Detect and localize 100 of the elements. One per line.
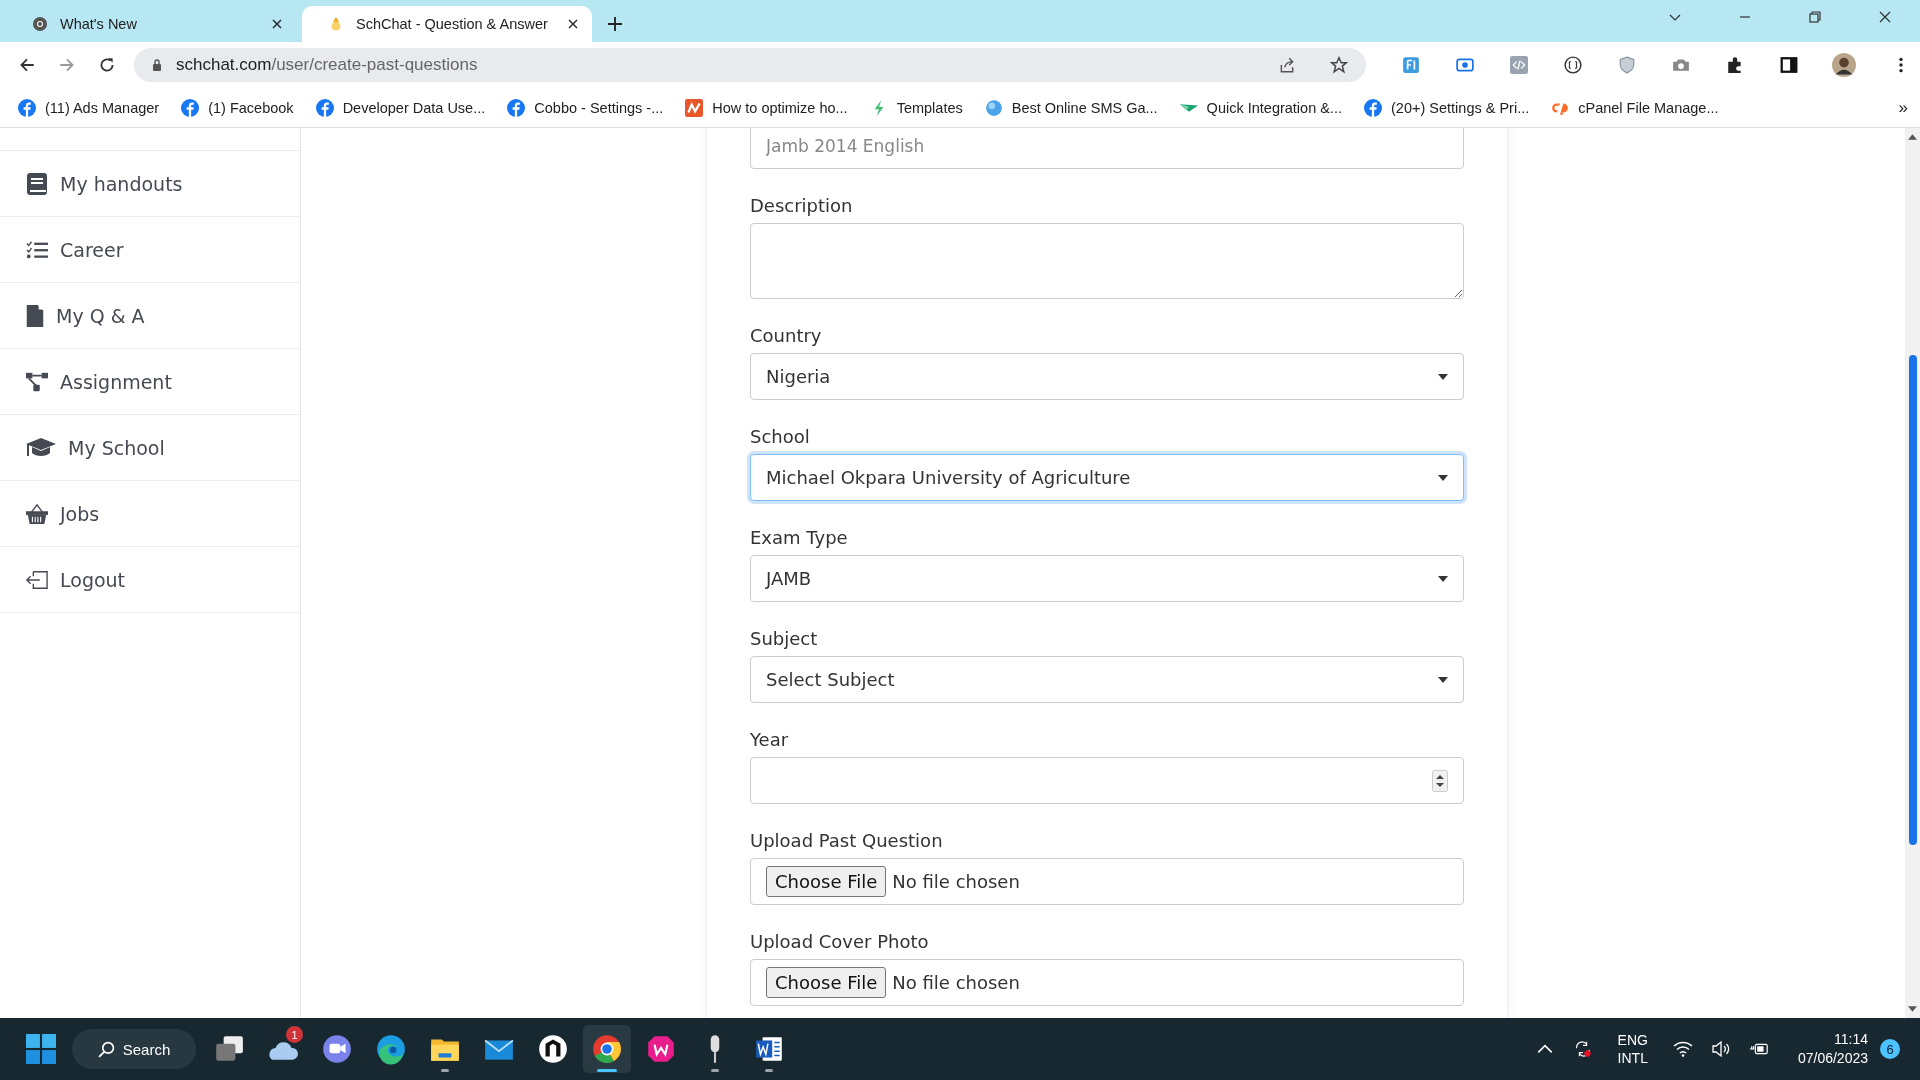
lock-icon [152, 59, 162, 71]
facebook-icon [18, 98, 36, 117]
clock[interactable]: 11:14 07/06/2023 [1797, 1030, 1868, 1068]
sidebar-item[interactable]: Career [0, 217, 300, 283]
bookmark[interactable]: Best Online SMS Ga... [984, 98, 1158, 117]
field-label: Exam Type [750, 527, 849, 548]
back-icon[interactable] [18, 56, 36, 74]
braces-icon[interactable] [1564, 56, 1582, 74]
scrollbar[interactable] [1905, 128, 1920, 1018]
notification-count[interactable]: 6 [1880, 1039, 1900, 1059]
language-indicator[interactable]: ENG INTL [1617, 1031, 1648, 1067]
choose-file-button[interactable]: Choose File [766, 967, 887, 998]
field-label: Year [750, 729, 790, 750]
bookmark[interactable]: (1) Facebook [181, 98, 294, 117]
wamp-icon [645, 1033, 677, 1065]
video-chat-icon [321, 1033, 353, 1065]
facebook-icon [1364, 98, 1382, 117]
caret-icon [1438, 474, 1448, 481]
scroll-down-icon[interactable] [1908, 1006, 1917, 1012]
bookmark[interactable]: Cobbo - Settings -... [507, 98, 664, 117]
select-field[interactable]: Michael Okpara University of Agriculture [750, 454, 1464, 501]
bookmark[interactable]: cPanel File Manage... [1551, 98, 1719, 117]
sidebar-item[interactable]: My School [0, 415, 300, 481]
file-field[interactable]: Choose File No file chosen [750, 858, 1464, 905]
close-icon[interactable] [272, 19, 282, 29]
star-icon[interactable] [1330, 56, 1348, 74]
chrome-icon [591, 1033, 623, 1065]
field-label: Country [750, 325, 823, 346]
browser-tab[interactable]: What's New [6, 6, 296, 42]
bookmark[interactable]: Templates [869, 98, 963, 117]
sidebar-item[interactable]: My Q & A [0, 283, 300, 349]
more-bookmarks[interactable]: » [1898, 97, 1908, 118]
bookmark[interactable]: (20+) Settings & Pri... [1364, 98, 1530, 117]
notification-badge: 1 [286, 1026, 303, 1043]
bookmark[interactable]: (11) Ads Manager [18, 98, 160, 117]
caret-icon [1438, 373, 1448, 380]
sidebar-item[interactable]: Jobs [0, 481, 300, 547]
taskbar-app[interactable] [583, 1025, 631, 1073]
running-indicator [711, 1069, 719, 1072]
field-label: Subject [750, 628, 819, 649]
select-field[interactable]: JAMB [750, 555, 1464, 602]
running-indicator [441, 1069, 449, 1072]
search-button[interactable]: Search [72, 1029, 196, 1069]
browser-tab[interactable]: SchChat - Question & Answer [302, 6, 592, 42]
reload-icon[interactable] [98, 56, 116, 74]
file-status: No file chosen [892, 972, 1020, 993]
camera-icon[interactable] [1672, 56, 1690, 74]
forward-icon[interactable] [58, 56, 76, 74]
restore-icon[interactable] [1808, 10, 1822, 24]
address-bar[interactable]: schchat.com/user/create-past-questions [134, 48, 1366, 82]
select-field[interactable]: Select Subject [750, 656, 1464, 703]
url-text: schchat.com/user/create-past-questions [176, 55, 478, 75]
speaker-icon[interactable] [1710, 1040, 1731, 1058]
file-icon [26, 304, 44, 327]
record-icon[interactable] [1456, 56, 1474, 74]
search-icon [97, 1040, 115, 1058]
taskbar-app[interactable]: 1 [259, 1025, 307, 1073]
share-icon[interactable] [1278, 56, 1296, 74]
sidebar-item[interactable]: My handouts [0, 151, 300, 217]
bookmark[interactable]: How to optimize ho... [685, 98, 848, 117]
graduation-cap-icon [26, 437, 56, 458]
field-label: Upload Cover Photo [750, 931, 930, 952]
select-field[interactable]: Nigeria [750, 353, 1464, 400]
new-tab-icon[interactable] [608, 17, 622, 31]
chrome-icon [32, 16, 48, 32]
caret-icon [1438, 676, 1448, 683]
bookmark[interactable]: Developer Data Use... [315, 98, 486, 117]
bookmark[interactable]: Quick Integration &... [1179, 99, 1342, 116]
avatar[interactable] [1832, 53, 1856, 77]
facebook-icon [181, 98, 200, 117]
shield-icon[interactable] [1618, 56, 1636, 74]
puzzle-icon[interactable] [1726, 56, 1744, 74]
field-label: Upload Past Question [750, 830, 944, 851]
zigzag-icon [685, 98, 704, 117]
sidebar-item[interactable]: Logout [0, 547, 300, 613]
caret-icon [1438, 575, 1448, 582]
scroll-up-icon[interactable] [1908, 134, 1917, 140]
facebook-icon [507, 98, 526, 117]
choose-file-button[interactable]: Choose File [766, 866, 887, 897]
wave-swirl-icon [375, 1033, 407, 1065]
sidebar-item[interactable]: Assignment [0, 349, 300, 415]
sitemap-icon [26, 370, 48, 393]
close-icon[interactable] [1878, 10, 1892, 24]
logout-icon [26, 568, 48, 591]
running-indicator [765, 1069, 773, 1072]
file-field[interactable]: Choose File No file chosen [750, 959, 1464, 1006]
year-field[interactable] [750, 757, 1464, 804]
description-field[interactable] [750, 223, 1464, 299]
side-panel-icon[interactable] [1780, 56, 1798, 74]
wifi-icon[interactable] [1672, 1040, 1693, 1058]
globe-icon [984, 98, 1003, 117]
running-indicator [597, 1069, 617, 1072]
field-label: Description [750, 195, 854, 216]
windows-icon[interactable] [26, 1034, 56, 1064]
spinner-icon[interactable] [1432, 769, 1448, 792]
basket-icon [26, 502, 48, 525]
book-icon [26, 172, 48, 195]
extension-icon[interactable] [1402, 56, 1420, 74]
close-icon[interactable] [568, 19, 578, 29]
facebook-icon [315, 98, 334, 117]
